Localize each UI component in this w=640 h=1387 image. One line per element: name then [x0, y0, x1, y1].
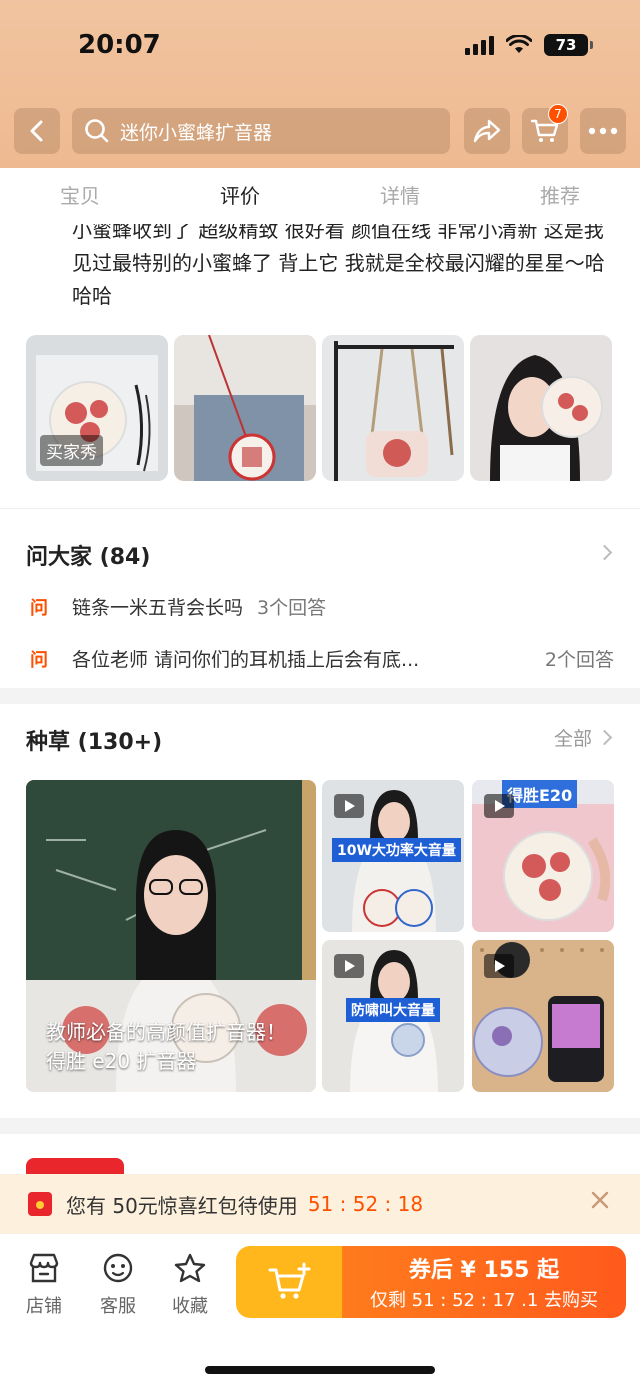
- cart-button[interactable]: 7: [522, 104, 568, 154]
- red-envelope-icon: [28, 1192, 52, 1216]
- buy-price: 券后 ¥ 155 起: [408, 1258, 560, 1283]
- tab-reviews[interactable]: 评价: [160, 168, 320, 224]
- question-mark-label: 问: [30, 597, 48, 619]
- back-arrow-icon: [30, 120, 43, 142]
- shop-label: 店铺: [26, 1296, 62, 1317]
- grass-chevron-icon[interactable]: [596, 729, 613, 746]
- status-time: 20:07: [78, 30, 161, 60]
- tab-details[interactable]: 详情: [320, 168, 480, 224]
- question-row[interactable]: 问 各位老师 请问你们的耳机插上后会有底... 2个回答: [30, 645, 614, 672]
- coupon-bar[interactable]: 您有 50元惊喜红包待使用 51 : 52 : 18: [0, 1174, 640, 1234]
- star-icon: [174, 1253, 206, 1283]
- battery-level: 73: [555, 36, 577, 54]
- buyer-show-tag: 买家秀: [40, 435, 103, 466]
- main-video-caption: 教师必备的高颜值扩音器！得胜 e20 扩音器: [46, 1020, 286, 1073]
- shop-button[interactable]: 店铺: [14, 1252, 74, 1318]
- search-query: 迷你小蜜蜂扩音器: [120, 121, 273, 144]
- buy-button[interactable]: 券后 ¥ 155 起 仅剩 51 : 52 : 17 .1 去购买: [236, 1246, 626, 1318]
- review-photo[interactable]: [470, 335, 612, 481]
- buy-countdown: 仅剩 51 : 52 : 17 .1 去购买: [369, 1290, 599, 1311]
- main-video-card[interactable]: 教师必备的高颜值扩音器！得胜 e20 扩音器: [26, 780, 316, 1092]
- search-icon: [85, 119, 109, 143]
- coupon-timer: 51 : 52 : 18: [307, 1192, 424, 1216]
- shop-icon: [29, 1253, 59, 1283]
- video-card[interactable]: 防啸叫大音量: [322, 940, 464, 1092]
- video-label: 防啸叫大音量: [346, 998, 440, 1022]
- add-cart-icon: [268, 1262, 311, 1299]
- tab-recommend[interactable]: 推荐: [480, 168, 640, 224]
- more-button[interactable]: [580, 108, 626, 154]
- header: 20:07 73 迷你小蜜蜂扩音器 7: [0, 0, 640, 168]
- tab-item[interactable]: 宝贝: [0, 168, 160, 224]
- service-label: 客服: [100, 1296, 136, 1317]
- play-icon: [484, 954, 514, 978]
- review-photo[interactable]: [174, 335, 316, 481]
- cart-badge: 7: [548, 104, 568, 124]
- ask-section: 问大家 (84) 问 链条一米五背会长吗 3个回答 问 各位老师 请问你们的耳机…: [0, 508, 640, 688]
- add-to-cart-button[interactable]: [236, 1246, 342, 1318]
- wifi-icon: [506, 35, 532, 53]
- review-card: 小蜜蜂收到了 超级精致 很好看 颜值在线 非常小清新 这是我见过最特别的小蜜蜂了…: [0, 224, 640, 508]
- purchase-button[interactable]: 券后 ¥ 155 起 仅剩 51 : 52 : 17 .1 去购买: [342, 1246, 626, 1318]
- nav-row: 迷你小蜜蜂扩音器 7: [0, 104, 640, 158]
- favorite-button[interactable]: 收藏: [160, 1252, 220, 1318]
- grass-section: 种草 (130+) 全部 教师必备的高颜值扩音器！得胜 e20 扩音器 10W大…: [0, 704, 640, 1118]
- question-text: 各位老师 请问你们的耳机插上后会有底...: [72, 649, 420, 671]
- video-label: 10W大功率大音量: [332, 838, 461, 862]
- question-mark-label: 问: [30, 649, 48, 671]
- status-icons: 73: [465, 34, 593, 56]
- search-input[interactable]: 迷你小蜜蜂扩音器: [72, 108, 450, 154]
- play-icon: [484, 794, 514, 818]
- tab-bar: 宝贝 评价 详情 推荐: [0, 168, 640, 224]
- grass-all-link[interactable]: 全部: [554, 724, 592, 751]
- review-photo[interactable]: [322, 335, 464, 481]
- ask-chevron-icon[interactable]: [596, 544, 613, 561]
- service-icon: [103, 1253, 133, 1283]
- coupon-text: 您有 50元惊喜红包待使用: [66, 1193, 298, 1218]
- signal-icon: [465, 35, 494, 55]
- favorite-label: 收藏: [172, 1296, 208, 1317]
- video-card[interactable]: [472, 940, 614, 1092]
- video-card[interactable]: 得胜E20: [472, 780, 614, 932]
- ask-title[interactable]: 问大家 (84): [26, 539, 150, 571]
- share-button[interactable]: [464, 108, 510, 154]
- review-text: 小蜜蜂收到了 超级精致 很好看 颜值在线 非常小清新 这是我见过最特别的小蜜蜂了…: [72, 224, 605, 308]
- play-icon: [334, 954, 364, 978]
- answer-count: 2个回答: [544, 649, 614, 671]
- question-text: 链条一米五背会长吗: [72, 597, 244, 619]
- share-icon: [473, 119, 501, 143]
- play-icon: [334, 794, 364, 818]
- close-icon[interactable]: [590, 1190, 610, 1210]
- review-photos: 买家秀: [26, 335, 612, 481]
- question-row[interactable]: 问 链条一米五背会长吗 3个回答: [30, 593, 614, 620]
- more-icon: [588, 127, 618, 135]
- video-card[interactable]: 10W大功率大音量: [322, 780, 464, 932]
- back-button[interactable]: [14, 108, 60, 154]
- home-indicator: [205, 1366, 435, 1374]
- battery-icon: 73: [544, 34, 593, 56]
- bottom-bar: 店铺 客服 收藏 券后 ¥ 155 起 仅剩 51 : 52 : 17 .1 去…: [0, 1234, 640, 1387]
- review-photo[interactable]: 买家秀: [26, 335, 168, 481]
- answer-count: 3个回答: [257, 597, 327, 619]
- customer-service-button[interactable]: 客服: [88, 1252, 148, 1318]
- grass-title[interactable]: 种草 (130+): [26, 724, 162, 756]
